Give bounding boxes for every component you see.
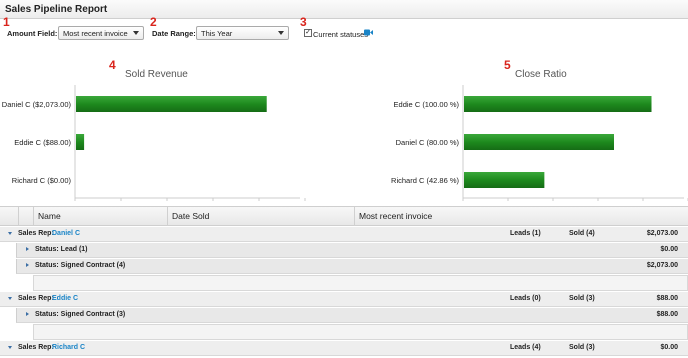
group-amount: $2,073.00 [646, 230, 678, 237]
rep-link-daniel[interactable]: Daniel C [52, 230, 80, 237]
triangle-down-icon[interactable] [8, 346, 12, 349]
grid-header: Name Date Sold Most recent invoice [0, 206, 688, 226]
sold-revenue-bar[interactable] [76, 134, 85, 150]
group-row-richard[interactable]: Sales Rep: Richard C Leads (4) Sold (3) … [0, 341, 688, 356]
status-label: Status: Signed Contract (3) [35, 311, 126, 318]
column-header-name[interactable]: Name [33, 207, 167, 226]
status-label: Status: Lead (1) [35, 246, 88, 253]
status-amount: $2,073.00 [646, 262, 678, 269]
close-ratio-category-label: Eddie C (100.00 %) [394, 100, 460, 109]
sold-revenue-category-label: Richard C ($0.00) [12, 176, 72, 185]
sold-revenue-chart: Daniel C ($2,073.00) Eddie C ($88.00) Rich… [2, 96, 306, 201]
column-header-invoice[interactable]: Most recent invoice [354, 207, 688, 226]
group-amount: $88.00 [656, 295, 678, 302]
status-row-signed[interactable]: Status: Signed Contract (3) $88.00 [16, 308, 688, 323]
close-ratio-chart: Eddie C (100.00 %) Daniel C (80.00 %) Rich… [391, 96, 688, 201]
rep-link-richard[interactable]: Richard C [52, 344, 85, 351]
triangle-down-icon[interactable] [8, 232, 12, 235]
close-ratio-bar[interactable] [464, 96, 652, 112]
close-ratio-bar[interactable] [464, 134, 614, 150]
status-amount: $0.00 [660, 246, 678, 253]
sold-revenue-category-label: Eddie C ($88.00) [14, 138, 71, 147]
close-ratio-bar[interactable] [464, 172, 545, 188]
close-ratio-category-label: Daniel C (80.00 %) [396, 138, 460, 147]
sold-revenue-bar[interactable] [76, 96, 267, 112]
group-label: Sales Rep: [18, 295, 54, 302]
leads-count: Leads (1) [510, 230, 541, 237]
triangle-right-icon[interactable] [26, 263, 29, 267]
close-ratio-category-label: Richard C (42.86 %) [391, 176, 459, 185]
rep-link-eddie[interactable]: Eddie C [52, 295, 78, 302]
status-label: Status: Signed Contract (4) [35, 262, 126, 269]
group-footer-row [33, 324, 688, 340]
charts-area: Daniel C ($2,073.00) Eddie C ($88.00) Rich… [2, 85, 688, 201]
triangle-right-icon[interactable] [26, 312, 29, 316]
sold-count: Sold (3) [569, 344, 595, 351]
status-row-signed[interactable]: Status: Signed Contract (4) $2,073.00 [16, 259, 688, 274]
group-row-daniel[interactable]: Sales Rep: Daniel C Leads (1) Sold (4) $… [0, 227, 688, 242]
triangle-down-icon[interactable] [8, 297, 12, 300]
group-amount: $0.00 [660, 344, 678, 351]
group-row-eddie[interactable]: Sales Rep: Eddie C Leads (0) Sold (3) $8… [0, 292, 688, 307]
status-amount: $88.00 [656, 311, 678, 318]
sold-count: Sold (3) [569, 295, 595, 302]
sold-count: Sold (4) [569, 230, 595, 237]
grid-header-spacer [18, 207, 33, 226]
leads-count: Leads (4) [510, 344, 541, 351]
status-row-lead[interactable]: Status: Lead (1) $0.00 [16, 243, 688, 258]
column-header-date-sold[interactable]: Date Sold [167, 207, 354, 226]
group-label: Sales Rep: [18, 230, 54, 237]
group-footer-row [33, 275, 688, 291]
sold-revenue-category-label: Daniel C ($2,073.00) [2, 100, 72, 109]
triangle-right-icon[interactable] [26, 247, 29, 251]
group-label: Sales Rep: [18, 344, 54, 351]
leads-count: Leads (0) [510, 295, 541, 302]
